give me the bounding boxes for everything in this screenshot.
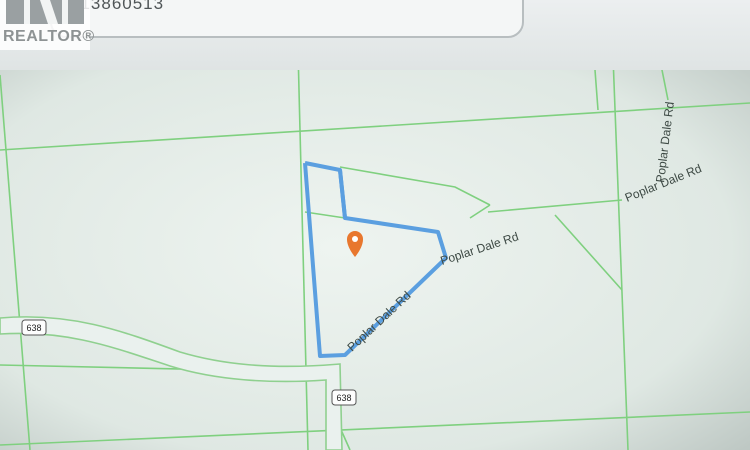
svg-text:638: 638 (336, 393, 351, 403)
map-view[interactable]: Poplar Dale Rd Poplar Dale Rd Poplar Dal… (0, 45, 750, 450)
map-screenshot: Poplar Dale Rd Poplar Dale Rd Poplar Dal… (0, 0, 750, 450)
map-background (0, 45, 750, 450)
realtor-logo-text: REALTOR® (3, 28, 95, 45)
svg-text:638: 638 (26, 323, 41, 333)
highway-shield-south: 638 (331, 389, 357, 406)
realtor-logo: REALTOR® (0, 0, 94, 50)
highway-shield-west: 638 (21, 319, 47, 336)
realtor-logo-mark-icon (6, 0, 84, 24)
header-bar: 313860513 (0, 0, 750, 70)
